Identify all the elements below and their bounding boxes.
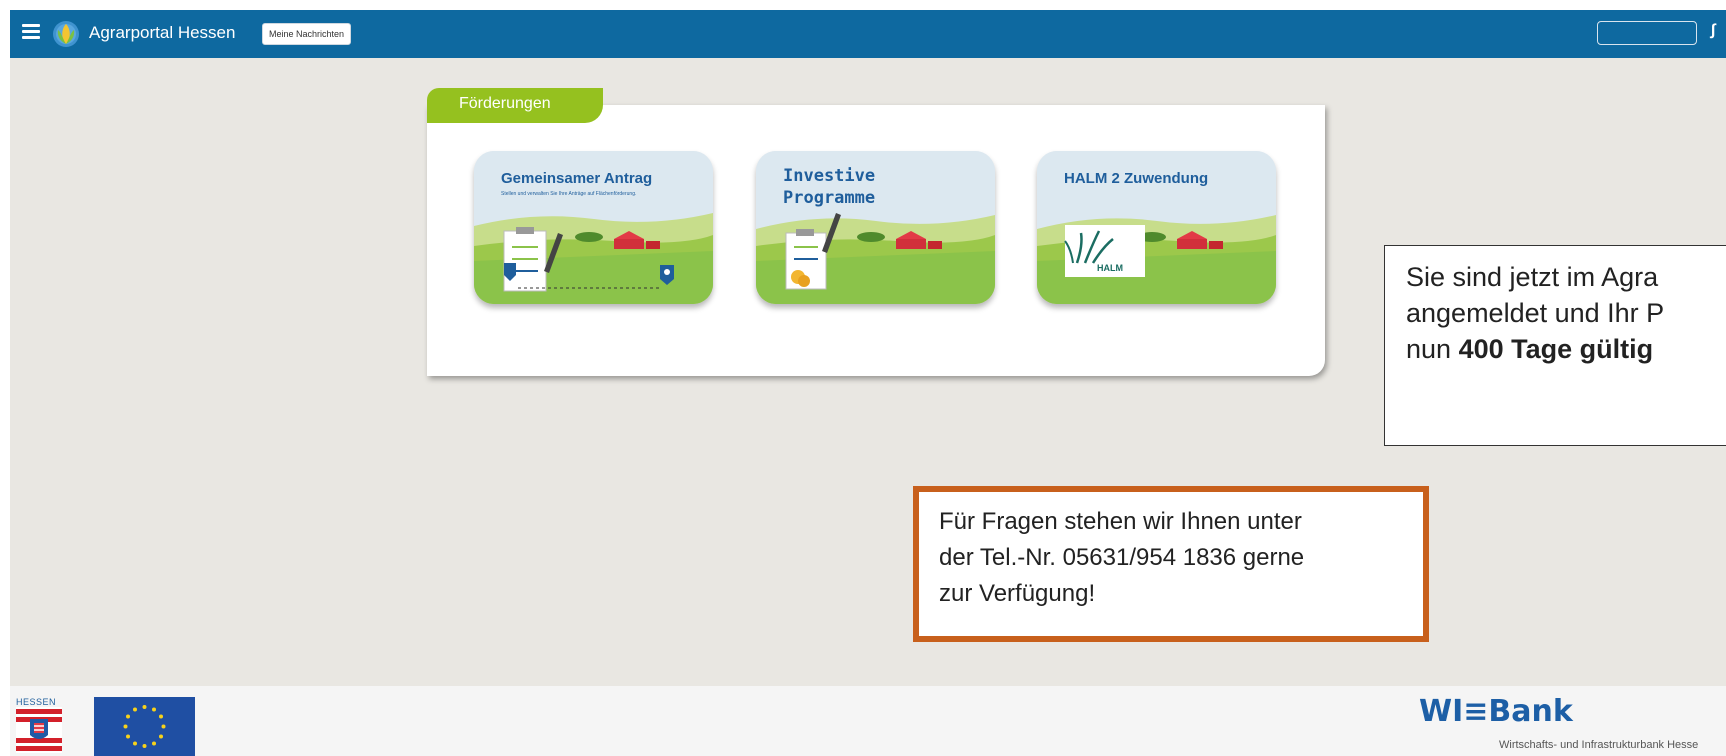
card-investive-programme[interactable]: Investive Programme: [756, 151, 995, 304]
card-title: Investive Programme: [783, 166, 876, 208]
info-text-line: nun 400 Tage gültig: [1406, 334, 1653, 365]
agrarportal-logo-icon[interactable]: [52, 20, 80, 48]
validity-days: 400 Tage gültig: [1458, 334, 1654, 364]
contact-text-line: Für Fragen stehen wir Ihnen unter: [939, 508, 1302, 535]
eu-flag-icon[interactable]: [94, 697, 195, 756]
login-info-box: Sie sind jetzt im Agra angemeldet und Ih…: [1384, 245, 1726, 446]
hessen-label: HESSEN: [16, 697, 57, 707]
contact-text-line: zur Verfügung!: [939, 580, 1096, 607]
top-edge: [0, 0, 1726, 10]
info-text-prefix: nun: [1406, 334, 1459, 364]
card-halm-2-zuwendung[interactable]: HALM HALM 2 Zuwendung: [1037, 151, 1276, 304]
top-navigation-bar: Agrarportal Hessen Meine Nachrichten ∫: [10, 10, 1726, 58]
card-gemeinsamer-antrag[interactable]: Gemeinsamer Antrag Stellen und verwalten…: [474, 151, 713, 304]
my-messages-button[interactable]: Meine Nachrichten: [262, 23, 352, 45]
halm-logo-text: HALM: [1097, 263, 1123, 273]
foerderungen-tab-label: Förderungen: [459, 95, 551, 112]
contact-text-line: der Tel.-Nr. 05631/954 1836 gerne: [939, 544, 1305, 571]
wibank-logo[interactable]: WI≡Bank: [1419, 692, 1599, 732]
contact-info-box: Für Fragen stehen wir Ihnen unter der Te…: [913, 486, 1429, 642]
wibank-subtitle: Wirtschafts- und Infrastrukturbank Hesse: [1499, 739, 1699, 751]
info-text-line: Sie sind jetzt im Agra: [1406, 262, 1659, 292]
wibank-logo-text: WI≡Bank: [1419, 694, 1573, 729]
menu-icon[interactable]: [22, 24, 40, 40]
card-title: Gemeinsamer Antrag: [501, 170, 653, 187]
header-right-icon[interactable]: ∫: [1711, 22, 1715, 40]
left-edge: [0, 0, 10, 756]
hessen-coat-of-arms-icon[interactable]: [16, 707, 62, 753]
card-subtitle: Stellen und verwalten Sie Ihre Anträge a…: [501, 191, 637, 197]
card-title: HALM 2 Zuwendung: [1064, 170, 1209, 187]
header-search-input[interactable]: [1597, 21, 1697, 45]
app-title[interactable]: Agrarportal Hessen: [89, 23, 235, 43]
info-text-line: angemeldet und Ihr P: [1406, 298, 1665, 328]
